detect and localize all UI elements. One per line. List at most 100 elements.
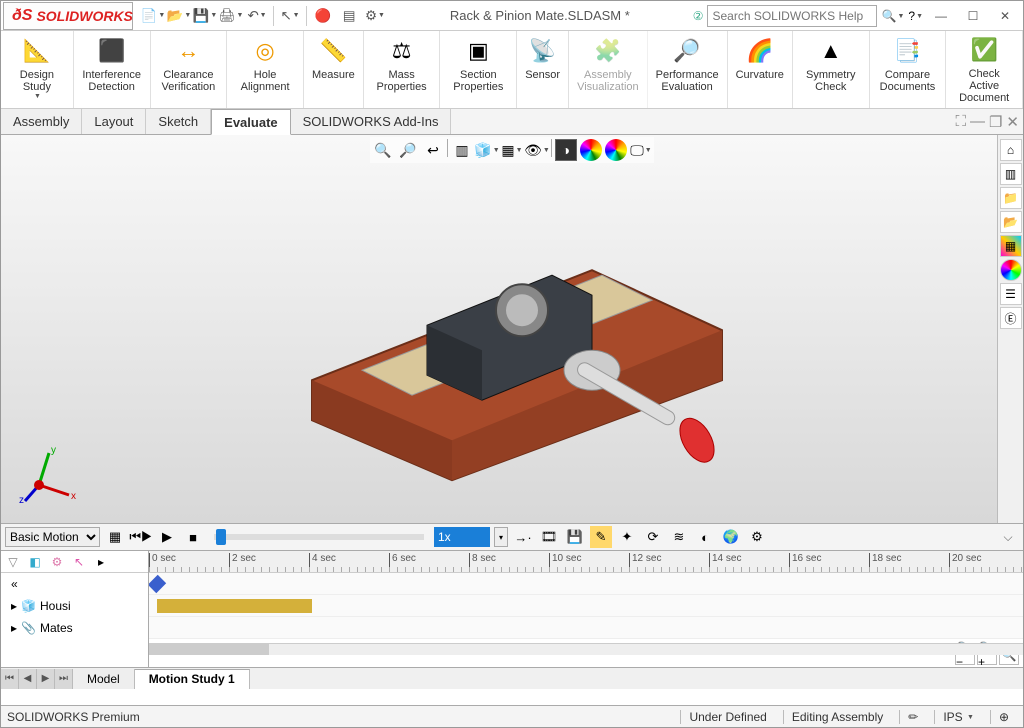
save-button[interactable]: 💾▼ [193, 4, 217, 28]
tab-prev-icon[interactable]: ◀ [19, 669, 37, 689]
timeline-bar[interactable] [157, 599, 312, 613]
tab-first-icon[interactable]: ⏮ [1, 669, 19, 689]
chevron-right-icon[interactable]: ▸ [91, 553, 111, 571]
print-button[interactable]: 🖨▼ [219, 4, 243, 28]
display-style-icon[interactable]: ▦▼ [501, 139, 523, 161]
tp-resources-icon[interactable]: ▥ [1000, 163, 1022, 185]
tree-item-housing[interactable]: ▸ 🧊 Housi [1, 595, 148, 617]
timeline-lanes[interactable] [149, 573, 1023, 643]
apply-scene2-icon[interactable] [605, 139, 627, 161]
symmetry-check-button[interactable]: ▲Symmetry Check [793, 31, 870, 108]
tree-item-mates[interactable]: ▸ 📎 Mates [1, 617, 148, 639]
reverse-icon[interactable]: →· [512, 526, 534, 548]
apply-scene-icon[interactable] [580, 139, 602, 161]
previous-view-icon[interactable]: ↩ [422, 139, 444, 161]
tab-addins[interactable]: SOLIDWORKS Add-Ins [291, 109, 452, 134]
measure-button[interactable]: 📏Measure [304, 31, 364, 108]
performance-evaluation-button[interactable]: 🔎Performance Evaluation [648, 31, 728, 108]
doc-restore-icon[interactable]: ❐ [989, 113, 1002, 131]
app-logo[interactable]: ðS SOLIDWORKS [3, 2, 133, 30]
hide-show-icon[interactable]: 👁▼ [526, 139, 548, 161]
options-list-button[interactable]: ▤ [337, 4, 361, 28]
compare-documents-button[interactable]: 📑Compare Documents [870, 31, 947, 108]
add-key-icon[interactable]: ✦ [616, 526, 638, 548]
contact-icon[interactable]: ◐ [694, 526, 716, 548]
timeline-ruler[interactable]: 0 sec 2 sec 4 sec 6 sec 8 sec 10 sec 12 … [149, 551, 1023, 573]
view-triad[interactable]: x y z [19, 445, 79, 505]
select-button[interactable]: ↖▼ [278, 4, 302, 28]
assembly-visualization-button[interactable]: 🧩Assembly Visualization [569, 31, 648, 108]
open-button[interactable]: 📂▼ [167, 4, 191, 28]
filter-driven-icon[interactable]: ⚙ [47, 553, 67, 571]
status-units[interactable]: IPS ▼ [934, 710, 982, 724]
undo-button[interactable]: ↶▼ [245, 4, 269, 28]
tab-sketch[interactable]: Sketch [146, 109, 211, 134]
gravity-icon[interactable]: 🌍 [720, 526, 742, 548]
animation-wizard-icon[interactable]: 💾 [564, 526, 586, 548]
curvature-button[interactable]: 🌈Curvature [728, 31, 793, 108]
view-settings-icon[interactable]: 🖵▼ [630, 139, 652, 161]
maximize-button[interactable]: ☐ [959, 5, 987, 27]
timeline-lane[interactable] [149, 595, 1023, 617]
hole-alignment-button[interactable]: ◎Hole Alignment [227, 31, 304, 108]
filter-selected-icon[interactable]: ↖ [69, 553, 89, 571]
edit-appearance-icon[interactable]: ◑ [555, 139, 577, 161]
interference-detection-button[interactable]: ⬛Interference Detection [74, 31, 151, 108]
tp-appearances-icon[interactable] [1000, 259, 1022, 281]
timeline-track-area[interactable]: 0 sec 2 sec 4 sec 6 sec 8 sec 10 sec 12 … [149, 551, 1023, 667]
save-animation-icon[interactable]: 🎞 [538, 526, 560, 548]
calculate-icon[interactable]: ▦ [104, 526, 126, 548]
play-from-start-icon[interactable]: ⏮▶ [130, 526, 152, 548]
keyframe[interactable] [149, 575, 166, 593]
tp-forum-icon[interactable]: Ⓔ [1000, 307, 1022, 329]
tp-home-icon[interactable]: ⌂ [1000, 139, 1022, 161]
time-slider[interactable] [214, 534, 424, 540]
autokey-icon[interactable]: ✎ [590, 526, 612, 548]
time-slider-thumb[interactable] [216, 529, 226, 545]
collapse-motion-icon[interactable]: ⌵ [997, 530, 1019, 545]
playback-speed[interactable]: 1x [434, 527, 490, 547]
timeline-lane[interactable] [149, 573, 1023, 595]
tab-model[interactable]: Model [73, 669, 135, 689]
new-button[interactable]: 📄▼ [141, 4, 165, 28]
zoom-area-icon[interactable]: 🔎 [397, 139, 419, 161]
settings-button[interactable]: ⚙▼ [363, 4, 387, 28]
spring-icon[interactable]: ≋ [668, 526, 690, 548]
status-cursor-icon[interactable]: ✏ [899, 710, 926, 724]
design-study-button[interactable]: 📐Design Study▼ [1, 31, 74, 108]
timeline-scrollbar[interactable] [149, 643, 1023, 655]
tp-explorer-icon[interactable]: 📂 [1000, 211, 1022, 233]
tp-custom-props-icon[interactable]: ☰ [1000, 283, 1022, 305]
rack-pinion-model[interactable] [252, 180, 772, 490]
timeline-lane[interactable] [149, 617, 1023, 639]
motion-options-icon[interactable]: ⚙ [746, 526, 768, 548]
motor-icon[interactable]: ⟳ [642, 526, 664, 548]
section-view-icon[interactable]: ▥ [451, 139, 473, 161]
doc-close-icon[interactable]: ✕ [1006, 113, 1019, 131]
sensor-button[interactable]: 📡Sensor [517, 31, 569, 108]
timeline-tree[interactable]: « ▸ 🧊 Housi ▸ 📎 Mates [1, 573, 148, 667]
clearance-verification-button[interactable]: ↔Clearance Verification [151, 31, 228, 108]
graphics-viewport[interactable]: 🔍 🔎 ↩ ▥ 🧊▼ ▦▼ 👁▼ ◑ 🖵▼ [1, 135, 1023, 523]
doc-minimize-icon[interactable]: — [970, 113, 985, 130]
doc-expand-icon[interactable]: ⛶ [955, 113, 966, 130]
tab-next-icon[interactable]: ▶ [37, 669, 55, 689]
scrollbar-thumb[interactable] [149, 644, 269, 655]
tp-view-palette-icon[interactable]: ▦ [1000, 235, 1022, 257]
tab-layout[interactable]: Layout [82, 109, 146, 134]
tree-collapse-icon[interactable]: « [1, 573, 148, 595]
tab-assembly[interactable]: Assembly [1, 109, 82, 134]
tp-library-icon[interactable]: 📁 [1000, 187, 1022, 209]
tab-motion-study-1[interactable]: Motion Study 1 [135, 669, 250, 689]
search-icon[interactable]: 🔍▼ [881, 9, 904, 23]
rebuild-button[interactable]: 🔴 [311, 4, 335, 28]
zoom-fit-icon[interactable]: 🔍 [372, 139, 394, 161]
view-orientation-icon[interactable]: 🧊▼ [476, 139, 498, 161]
minimize-button[interactable]: — [927, 5, 955, 27]
help-dropdown[interactable]: ?▼ [908, 9, 923, 23]
speed-dropdown[interactable]: ▾ [494, 527, 508, 547]
mass-properties-button[interactable]: ⚖Mass Properties [364, 31, 441, 108]
motion-type-select[interactable]: Basic Motion [5, 527, 100, 547]
filter-icon[interactable]: ▽ [3, 553, 23, 571]
help-icon[interactable]: ② [693, 9, 704, 23]
